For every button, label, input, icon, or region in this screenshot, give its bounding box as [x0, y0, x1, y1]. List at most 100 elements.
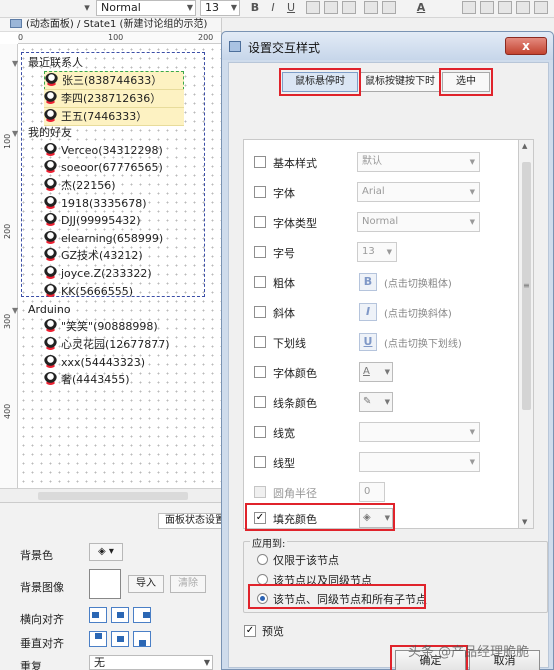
base-style-select[interactable]: 默认 ▼: [357, 152, 480, 172]
tree-item[interactable]: Verceo(34312298): [0, 142, 163, 159]
prop-label: 粗体: [273, 277, 295, 290]
arrange-icon[interactable]: [462, 1, 476, 14]
chevron-down-icon: ▼: [186, 3, 193, 12]
tree-item[interactable]: KK(5666555): [0, 283, 133, 300]
properties-scrollbar[interactable]: ▲ ≡ ▼: [518, 139, 534, 529]
bullet-list-icon[interactable]: [364, 1, 378, 14]
group-icon[interactable]: [480, 1, 494, 14]
contact-label: elearning(658999): [61, 232, 164, 245]
prop-label: 斜体: [273, 307, 295, 320]
link-icon[interactable]: [382, 1, 396, 14]
tree-item[interactable]: GZ技术(43212): [0, 247, 143, 264]
prop-row-bold: 粗体 B (点击切换粗体): [244, 267, 519, 297]
dialog-title: 设置交互样式: [248, 41, 321, 55]
repeat-select[interactable]: 无 ▼: [89, 655, 213, 670]
line-color-button[interactable]: ✎ ▼: [359, 392, 393, 412]
scrollbar-thumb[interactable]: [38, 492, 188, 500]
checkbox[interactable]: [254, 306, 266, 318]
align-middle-icon[interactable]: [111, 631, 129, 647]
bring-front-icon[interactable]: [516, 1, 530, 14]
tree-item[interactable]: 李四(238712636）: [0, 89, 184, 108]
horizontal-scrollbar[interactable]: [0, 488, 221, 502]
underline-button[interactable]: U: [284, 0, 298, 15]
qq-penguin-icon: [44, 143, 57, 156]
tree-group-recent[interactable]: ▼ 最近联系人: [0, 54, 83, 71]
style-select[interactable]: Normal ▼: [96, 0, 196, 16]
italic-button[interactable]: I: [266, 0, 280, 15]
tree-item[interactable]: soeoor(67776565): [0, 159, 163, 176]
bold-toggle[interactable]: B: [359, 273, 377, 291]
clear-button[interactable]: 清除: [170, 575, 206, 593]
ungroup-icon[interactable]: [498, 1, 512, 14]
scroll-down-icon[interactable]: ▼: [522, 518, 527, 526]
align-center-icon[interactable]: [111, 607, 129, 623]
align-center-icon[interactable]: [324, 1, 338, 14]
tree-group-arduino[interactable]: ▼ Arduino: [0, 301, 71, 318]
checkbox[interactable]: [254, 246, 266, 258]
align-top-icon[interactable]: [89, 631, 107, 647]
prop-row-font-type: 字体类型 Normal ▼: [244, 207, 519, 237]
font-color-button[interactable]: A ▼: [359, 362, 393, 382]
checkbox[interactable]: [254, 486, 266, 498]
tree-item[interactable]: "笑笑"(90888998): [0, 318, 158, 335]
scroll-up-icon[interactable]: ▲: [522, 142, 527, 150]
preview-checkbox[interactable]: ✓: [244, 625, 256, 637]
align-right-icon[interactable]: [133, 607, 151, 623]
checkbox[interactable]: [254, 156, 266, 168]
font-select[interactable]: Arial ▼: [357, 182, 480, 202]
checkbox[interactable]: [254, 336, 266, 348]
collapse-triangle-icon[interactable]: ▼: [12, 55, 28, 72]
align-left-icon[interactable]: [306, 1, 320, 14]
italic-toggle[interactable]: I: [359, 303, 377, 321]
line-style-select[interactable]: ▼: [359, 452, 480, 472]
send-back-icon[interactable]: [534, 1, 548, 14]
checkbox[interactable]: [254, 396, 266, 408]
text-color-icon: A: [363, 366, 370, 377]
tree-item[interactable]: joyce.Z(233322): [0, 265, 152, 282]
radio-label[interactable]: 仅限于该节点: [273, 552, 339, 568]
align-right-icon[interactable]: [342, 1, 356, 14]
import-button[interactable]: 导入: [128, 575, 164, 593]
tree-item[interactable]: 杰(22156): [0, 177, 116, 194]
horizontal-align-label: 横向对齐: [20, 613, 64, 626]
chevron-down-icon: ▼: [203, 658, 210, 667]
font-size-select[interactable]: 13 ▼: [200, 0, 240, 16]
line-width-select[interactable]: ▼: [359, 422, 480, 442]
canvas-tab[interactable]: (动态面板) / State1 (新建讨论组的示范): [0, 18, 221, 32]
close-button[interactable]: x: [505, 37, 547, 55]
radio-this-node[interactable]: [257, 554, 268, 565]
checkbox[interactable]: [254, 186, 266, 198]
align-left-icon[interactable]: [89, 607, 107, 623]
contact-label: 杰(22156): [61, 179, 116, 192]
checkbox[interactable]: [254, 366, 266, 378]
corner-radius-input[interactable]: 0: [359, 482, 385, 502]
checkbox[interactable]: [254, 276, 266, 288]
dialog-titlebar[interactable]: 设置交互样式 x: [222, 32, 553, 60]
tree-item[interactable]: 王五(7446333）: [0, 107, 184, 126]
collapse-triangle-icon[interactable]: ▼: [12, 125, 28, 142]
collapse-triangle-icon[interactable]: ▼: [12, 302, 28, 319]
background-color-button[interactable]: ◈ ▾: [89, 543, 123, 561]
window-icon: [229, 41, 241, 52]
tree-item[interactable]: 张三(838744633）: [0, 71, 184, 90]
align-bottom-icon[interactable]: [133, 631, 151, 647]
tree-item[interactable]: DJJ(99995432): [0, 212, 141, 229]
underline-toggle[interactable]: U: [359, 333, 377, 351]
checkbox[interactable]: [254, 426, 266, 438]
dropdown-arrow-icon[interactable]: ▾: [80, 0, 94, 15]
tree-item[interactable]: 奢(4443455): [0, 371, 130, 388]
tab-mouse-down[interactable]: 鼠标按键按下时: [360, 72, 440, 92]
design-canvas[interactable]: (动态面板) / State1 (新建讨论组的示范) 0 100 200 100…: [0, 18, 222, 502]
tree-group-friends[interactable]: ▼ 我的好友: [0, 124, 72, 141]
checkbox[interactable]: [254, 216, 266, 228]
checkbox[interactable]: [254, 456, 266, 468]
tree-item[interactable]: elearning(658999): [0, 230, 163, 247]
chevron-down-icon: ▼: [469, 188, 475, 196]
bold-button[interactable]: B: [248, 0, 262, 15]
font-size-select[interactable]: 13 ▼: [357, 242, 397, 262]
font-type-select[interactable]: Normal ▼: [357, 212, 480, 232]
tree-item[interactable]: 心灵花园(12677877): [0, 336, 170, 353]
text-color-button[interactable]: A: [414, 0, 428, 15]
tree-item[interactable]: xxx(54443323): [0, 354, 145, 371]
tree-item[interactable]: 1918(3335678): [0, 195, 147, 212]
